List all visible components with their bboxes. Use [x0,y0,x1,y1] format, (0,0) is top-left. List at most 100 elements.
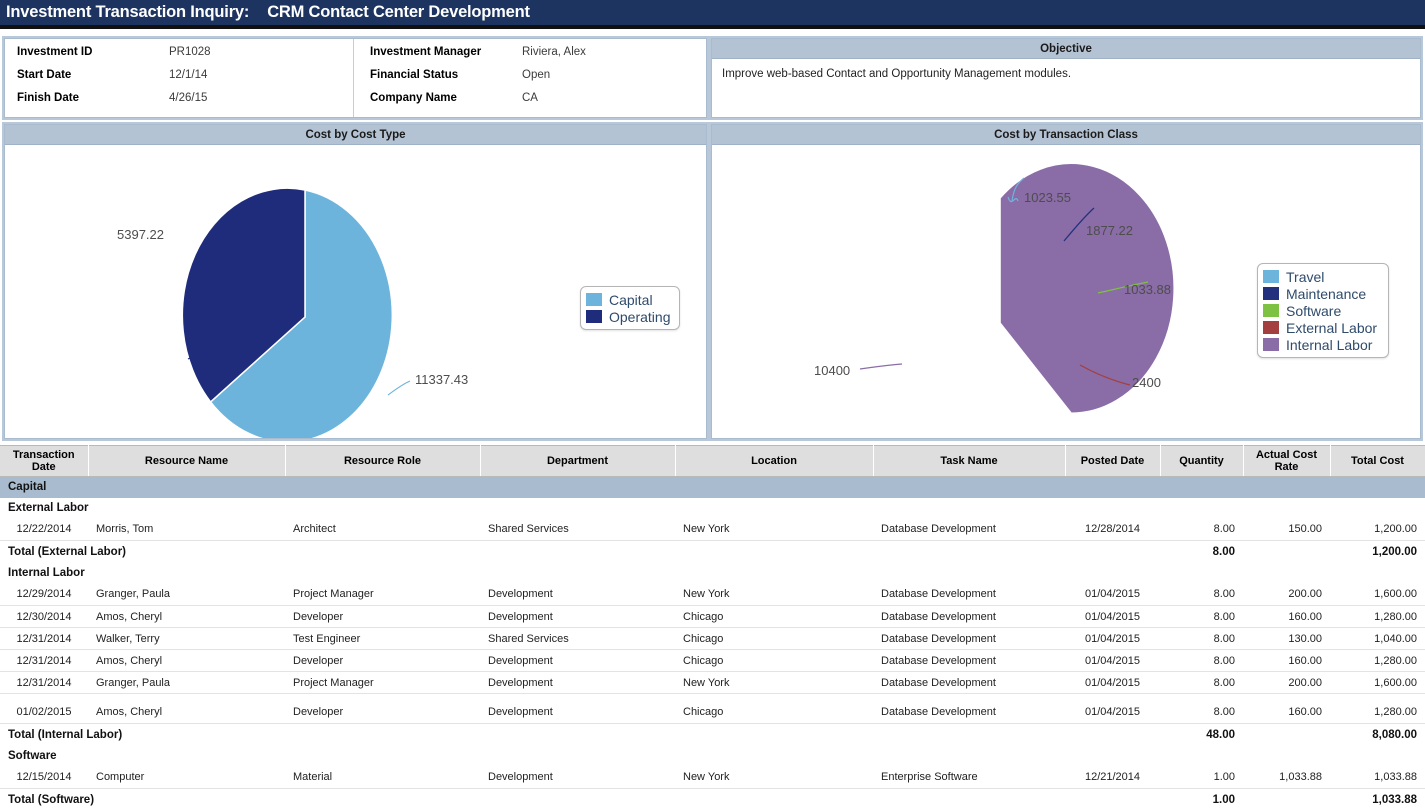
table-row[interactable]: 12/31/2014 Amos, Cheryl Developer Developme… [0,649,1425,672]
transaction-table: Transaction Date Resource Name Resource … [0,445,1425,809]
cost-by-cost-type-chart: 5397.22 11337.43 Capital Operating [5,145,706,443]
cell-resource-name: Granger, Paula [88,583,285,606]
pie-value-maintenance: 1877.22 [1086,223,1133,238]
col-task-name[interactable]: Task Name [873,445,1066,477]
cell-task-name: Database Development [873,583,1065,606]
col-resource-name[interactable]: Resource Name [88,445,286,477]
cell-total-cost: 1,033.88 [1330,766,1425,789]
cell-actual-cost-rate: 150.00 [1243,518,1330,541]
pie-value-capital: 11337.43 [415,372,469,387]
legend-swatch-capital-icon [586,293,602,306]
objective-text: Improve web-based Contact and Opportunit… [722,68,1072,80]
table-total-row: Total (External Labor) 8.00 1,200.00 [0,540,1425,563]
objective-panel: Objective Improve web-based Contact and … [709,36,1423,120]
cell-quantity: 8.00 [1160,701,1243,724]
table-row[interactable]: 12/31/2014 Walker, Terry Test Engineer Shar… [0,627,1425,650]
col-posted-date[interactable]: Posted Date [1065,445,1161,477]
cell-task-name: Database Development [873,649,1065,672]
info-column-right: Investment Manager Riviera, Alex Financi… [353,39,706,117]
legend-swatch-maintenance-icon [1263,287,1279,300]
cell-department: Development [480,605,675,628]
legend-cost-type: Capital Operating [580,286,680,330]
table-subgroup-header: External Labor [0,497,1425,519]
cell-resource-role: Developer [285,649,480,672]
legend-label-travel: Travel [1286,268,1325,285]
table-row[interactable]: 12/15/2014 Computer Material Development New… [0,766,1425,789]
cell-transaction-date: 12/30/2014 [0,605,88,628]
info-column-left: Investment ID PR1028 Start Date 12/1/14 … [5,39,353,117]
total-cost: 8,080.00 [1330,723,1425,746]
cell-location: New York [675,671,873,694]
cell-transaction-date: 12/29/2014 [0,583,88,606]
legend-label-software: Software [1286,302,1342,319]
label-investment-manager: Investment Manager [370,46,482,58]
cell-task-name: Database Development [873,671,1065,694]
table-row[interactable]: 12/22/2014 Morris, Tom Architect Shared Ser… [0,518,1425,541]
table-row[interactable]: 12/29/2014 Granger, Paula Project Manager D… [0,583,1425,606]
cell-department: Development [480,649,675,672]
col-resource-role[interactable]: Resource Role [285,445,481,477]
value-investment-id: PR1028 [169,46,211,58]
pie-value-internal-labor: 10400 [814,363,851,378]
cell-task-name: Database Development [873,518,1065,541]
cell-posted-date: 01/04/2015 [1065,671,1160,694]
cell-resource-role: Developer [285,605,480,628]
cell-actual-cost-rate: 160.00 [1243,649,1330,672]
cell-quantity: 8.00 [1160,649,1243,672]
cell-location: Chicago [675,627,873,650]
table-spacer-row [0,693,1425,702]
total-label: Total (External Labor) [0,540,1160,563]
legend-swatch-software-icon [1263,304,1279,317]
total-quantity: 8.00 [1160,540,1243,563]
cell-transaction-date: 12/31/2014 [0,649,88,672]
legend-label-external-labor: External Labor [1286,319,1378,336]
cell-location: New York [675,583,873,606]
legend-item-operating: Operating [586,308,671,325]
legend-label-operating: Operating [609,308,671,325]
pie-value-software: 1033.88 [1124,282,1171,297]
cell-resource-role: Architect [285,518,480,541]
legend-label-capital: Capital [609,291,653,308]
cell-resource-role: Developer [285,701,480,724]
info-row-company-name: Company Name CA [370,92,706,115]
cell-department: Shared Services [480,518,675,541]
leader-line-internal-labor [859,363,903,370]
cell-department: Shared Services [480,627,675,650]
cell-transaction-date: 01/02/2015 [0,701,88,724]
total-rate [1243,540,1330,563]
transaction-table-body: Capital External Labor 12/22/2014 Morris, T… [0,476,1425,809]
cell-location: Chicago [675,649,873,672]
col-quantity[interactable]: Quantity [1160,445,1244,477]
value-start-date: 12/1/14 [169,69,208,81]
subgroup-label: Software [0,745,1425,767]
subgroup-label: External Labor [0,497,1425,519]
table-row[interactable]: 12/31/2014 Granger, Paula Project Manager D… [0,671,1425,694]
cell-transaction-date: 12/22/2014 [0,518,88,541]
cell-total-cost: 1,040.00 [1330,627,1425,650]
label-company-name: Company Name [370,92,457,104]
cell-task-name: Database Development [873,605,1065,628]
cell-location: Chicago [675,701,873,724]
page-title: Investment Transaction Inquiry: [6,3,250,21]
total-rate [1243,723,1330,746]
cell-posted-date: 01/04/2015 [1065,649,1160,672]
total-rate [1243,788,1330,809]
col-total-cost[interactable]: Total Cost [1330,445,1425,477]
col-department[interactable]: Department [480,445,676,477]
col-actual-cost-rate[interactable]: Actual Cost Rate [1243,445,1331,477]
info-row-start-date: Start Date 12/1/14 [17,69,353,92]
cell-resource-role: Material [285,766,480,789]
table-row[interactable]: 01/02/2015 Amos, Cheryl Developer Developme… [0,701,1425,724]
total-quantity: 48.00 [1160,723,1243,746]
label-investment-id: Investment ID [17,46,93,58]
col-location[interactable]: Location [675,445,874,477]
cell-posted-date: 01/04/2015 [1065,605,1160,628]
objective-panel-title: Objective [712,39,1420,59]
table-row[interactable]: 12/30/2014 Amos, Cheryl Developer Developme… [0,605,1425,628]
transaction-table-container[interactable]: Transaction Date Resource Name Resource … [0,445,1425,809]
cell-total-cost: 1,600.00 [1330,583,1425,606]
cell-posted-date: 01/04/2015 [1065,583,1160,606]
legend-item-maintenance: Maintenance [1263,285,1380,302]
legend-item-software: Software [1263,302,1380,319]
col-transaction-date[interactable]: Transaction Date [0,445,89,477]
